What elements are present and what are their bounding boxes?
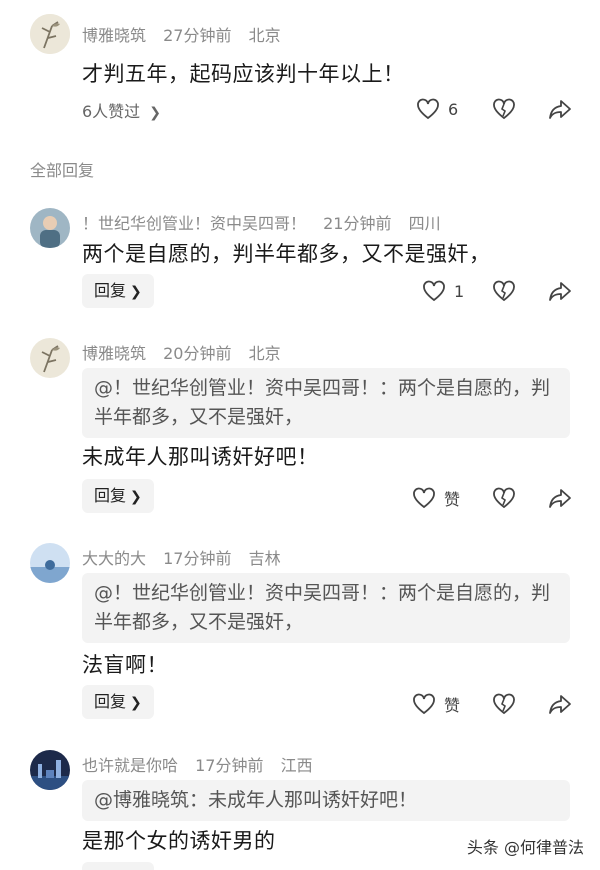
heart-icon (417, 98, 439, 120)
avatar[interactable] (30, 14, 70, 54)
timestamp: 17分钟前 (195, 756, 264, 775)
comment-text: 法盲啊！ (82, 653, 168, 677)
comment-text: 是那个女的诱奸男的 (82, 829, 276, 853)
comment-meta: 大大的大 17分钟前 吉林 (82, 545, 293, 569)
reply-label: 回复 (94, 692, 127, 711)
comment-meta: 博雅晓筑 27分钟前 北京 (82, 22, 293, 46)
location: 北京 (248, 344, 281, 363)
avatar[interactable] (30, 750, 70, 790)
comment-meta: ！世纪华创管业！资中吴四哥！ 21分钟前 四川 (82, 210, 453, 234)
like-count: 1 (454, 281, 465, 301)
comment-actions: 赞 (410, 483, 580, 513)
reply-item: 博雅晓筑 20分钟前 北京 @！世纪华创管业！资中吴四哥！：两个是自愿的，判半年… (0, 330, 600, 520)
like-button[interactable]: 1 (422, 276, 464, 306)
share-icon (549, 282, 571, 301)
like-button[interactable]: 赞 (412, 483, 460, 513)
avatar[interactable] (30, 338, 70, 378)
reply-button[interactable] (82, 862, 154, 870)
like-button[interactable]: 6 (416, 94, 458, 124)
share-button[interactable] (548, 276, 572, 306)
timestamp: 27分钟前 (163, 26, 232, 45)
section-title: 全部回复 (30, 161, 95, 180)
share-icon (549, 489, 571, 508)
location: 吉林 (248, 549, 281, 568)
author-name[interactable]: 博雅晓筑 (82, 344, 146, 363)
location: 四川 (408, 214, 441, 233)
heart-icon (413, 693, 435, 715)
reply-item: 大大的大 17分钟前 吉林 @！世纪华创管业！资中吴四哥！：两个是自愿的，判半年… (0, 535, 600, 725)
chevron-right-icon: ❯ (149, 105, 162, 121)
reply-item: ！世纪华创管业！资中吴四哥！ 21分钟前 四川 两个是自愿的，判半年都多，又不是… (0, 200, 600, 320)
dislike-button[interactable] (492, 94, 516, 124)
comment-text: 才判五年，起码应该判十年以上！ (82, 62, 405, 86)
comment-actions: 1 (410, 276, 580, 306)
watermark: 头条 @何律普法 (462, 832, 588, 860)
broken-heart-icon (493, 693, 515, 715)
heart-icon (413, 487, 435, 509)
chevron-right-icon: ❯ (130, 489, 142, 505)
avatar[interactable] (30, 208, 70, 248)
like-label: 赞 (444, 490, 461, 509)
chevron-right-icon: ❯ (130, 284, 142, 300)
comment-text: 两个是自愿的，判半年都多，又不是强奸， (82, 242, 491, 266)
share-button[interactable] (548, 94, 572, 124)
reply-button[interactable]: 回复 ❯ (82, 274, 154, 308)
quoted-reply[interactable]: @！世纪华创管业！资中吴四哥！：两个是自愿的，判半年都多，又不是强奸， (82, 368, 570, 438)
comment-meta: 博雅晓筑 20分钟前 北京 (82, 340, 293, 364)
likes-summary[interactable]: 6人赞过 ❯ (82, 98, 161, 122)
reply-label: 回复 (94, 281, 127, 300)
author-name[interactable]: 博雅晓筑 (82, 26, 146, 45)
heart-icon (423, 280, 445, 302)
main-comment: 博雅晓筑 27分钟前 北京 才判五年，起码应该判十年以上！ 6人赞过 ❯ 6 (0, 0, 600, 140)
dislike-button[interactable] (492, 276, 516, 306)
author-name[interactable]: 大大的大 (82, 549, 146, 568)
like-count: 6 (448, 99, 459, 119)
broken-heart-icon (493, 98, 515, 120)
timestamp: 21分钟前 (323, 214, 392, 233)
avatar[interactable] (30, 543, 70, 583)
quoted-reply[interactable]: @！世纪华创管业！资中吴四哥！：两个是自愿的，判半年都多，又不是强奸， (82, 573, 570, 643)
share-button[interactable] (548, 689, 572, 719)
comment-meta: 也许就是你哈 17分钟前 江西 (82, 752, 325, 776)
reply-button[interactable]: 回复 ❯ (82, 479, 154, 513)
likes-summary-label: 6人赞过 (82, 102, 141, 121)
author-name[interactable]: ！世纪华创管业！资中吴四哥！ (82, 214, 306, 233)
broken-heart-icon (493, 280, 515, 302)
timestamp: 17分钟前 (163, 549, 232, 568)
like-label: 赞 (444, 696, 461, 715)
like-button[interactable]: 赞 (412, 689, 460, 719)
share-icon (549, 100, 571, 119)
dislike-button[interactable] (492, 689, 516, 719)
reply-button[interactable]: 回复 ❯ (82, 685, 154, 719)
timestamp: 20分钟前 (163, 344, 232, 363)
comment-actions: 赞 (410, 689, 580, 719)
broken-heart-icon (493, 487, 515, 509)
dislike-button[interactable] (492, 483, 516, 513)
location: 北京 (248, 26, 281, 45)
comment-text: 未成年人那叫诱奸好吧！ (82, 445, 319, 469)
reply-label: 回复 (94, 486, 127, 505)
location: 江西 (280, 756, 313, 775)
share-button[interactable] (548, 483, 572, 513)
comment-actions: 6 (410, 94, 580, 124)
share-icon (549, 695, 571, 714)
quoted-reply[interactable]: @博雅晓筑：未成年人那叫诱奸好吧！ (82, 780, 570, 821)
chevron-right-icon: ❯ (130, 695, 142, 711)
author-name[interactable]: 也许就是你哈 (82, 756, 178, 775)
